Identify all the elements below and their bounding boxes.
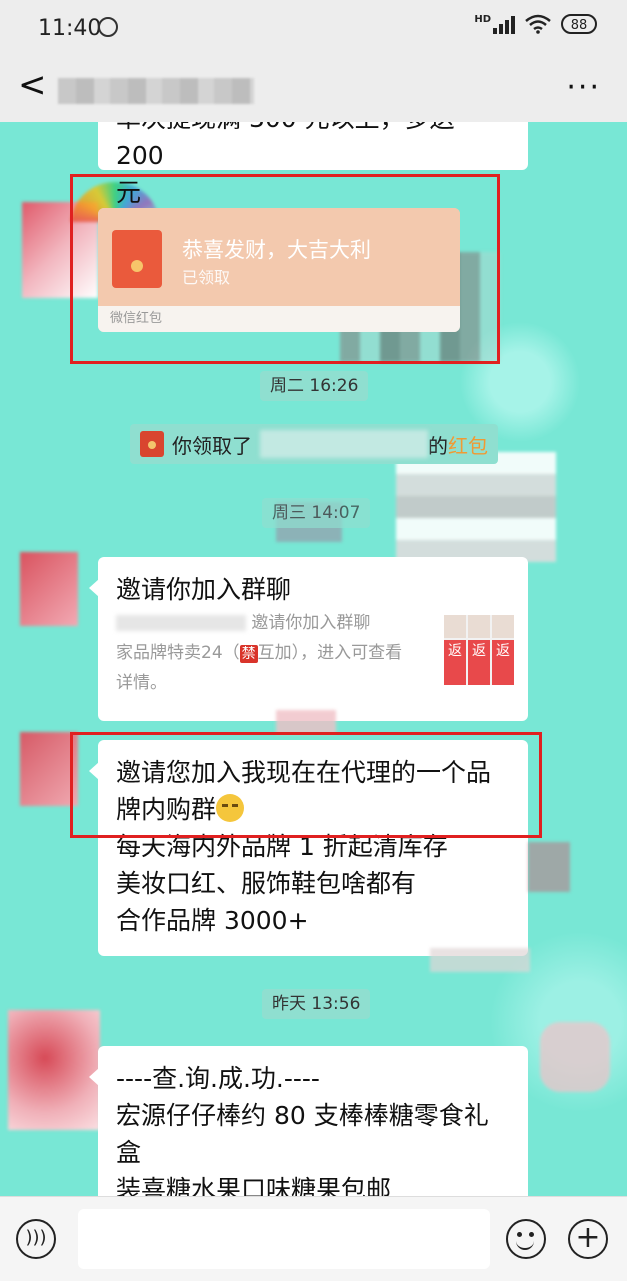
group-invite-card[interactable]: 邀请你加入群聊 邀请你加入群聊 家品牌特卖24（禁互加），进入可查看 详情。 返… <box>89 557 528 721</box>
invite-title: 邀请你加入群聊 <box>116 575 292 604</box>
group-avatar-thumb: 返返返 <box>444 615 514 685</box>
invite-line2b: 互加），进入可查看 <box>257 643 403 663</box>
invite-line1: 邀请你加入群聊 <box>251 613 371 633</box>
message-bubble[interactable]: 单次提现满 300 元以上，多送 200 元 <box>98 122 528 207</box>
more-icon[interactable]: ··· <box>566 70 601 105</box>
signal-icon <box>493 14 515 34</box>
alarm-icon <box>98 17 118 37</box>
back-icon[interactable]: < <box>18 68 50 104</box>
message-line: 合作品牌 3000+ <box>116 906 309 935</box>
status-bar: 11:40 HD 88 <box>0 0 627 56</box>
blurred-sticker <box>396 452 556 562</box>
invite-line2a: 家品牌特卖24（ <box>116 643 240 663</box>
message-input[interactable] <box>78 1209 490 1269</box>
chat-area[interactable]: 单次提现满 300 元以上，多送 200 元 恭喜发财，大吉大利 已领取 微信红… <box>0 122 627 1196</box>
ban-badge: 禁 <box>239 645 258 663</box>
highlight-box <box>70 732 542 838</box>
message-line: 美妆口红、服饰鞋包啥都有 <box>116 869 417 898</box>
blurred-avatar <box>8 1010 100 1130</box>
message-text: 单次提现满 300 元以上，多送 200 <box>116 122 455 170</box>
notice-prefix: 你领取了 <box>172 433 252 458</box>
blurred-avatar <box>20 552 78 626</box>
notice-suffix: 的 <box>428 433 448 458</box>
status-time: 11:40 <box>38 16 102 41</box>
message-line: 宏源仔仔棒约 80 支棒棒糖零食礼盒 <box>116 1101 489 1167</box>
voice-icon[interactable]: ))) <box>16 1219 56 1259</box>
wifi-icon <box>525 14 551 34</box>
system-notice: 你领取了 的 红包 <box>130 424 498 464</box>
masked-name <box>116 615 246 631</box>
timestamp: 昨天 13:56 <box>262 989 371 1019</box>
timestamp: 周二 16:26 <box>260 371 369 401</box>
masked-name <box>260 430 428 458</box>
message-line: ----查.询.成.功.---- <box>116 1064 320 1093</box>
chat-title-masked <box>58 78 254 104</box>
red-packet-icon <box>140 431 164 457</box>
red-packet-link[interactable]: 红包 <box>448 430 488 459</box>
blurred-sticker <box>430 948 530 972</box>
input-bar: ))) + <box>0 1196 627 1281</box>
blurred-sticker <box>528 842 570 892</box>
chat-header: < ··· <box>0 56 627 122</box>
message-line: 装喜糖水果口味糖果包邮 <box>116 1175 392 1196</box>
highlight-box <box>70 174 500 364</box>
blurred-sticker <box>540 1022 610 1092</box>
plus-icon[interactable]: + <box>568 1219 608 1259</box>
battery-icon: 88 <box>561 14 597 34</box>
network-label: HD <box>474 13 491 25</box>
timestamp: 周三 14:07 <box>262 498 371 528</box>
emoji-icon[interactable] <box>506 1219 546 1259</box>
blurred-sticker <box>276 710 336 734</box>
message-bubble[interactable]: ----查.询.成.功.---- 宏源仔仔棒约 80 支棒棒糖零食礼盒 装喜糖水… <box>89 1046 528 1196</box>
